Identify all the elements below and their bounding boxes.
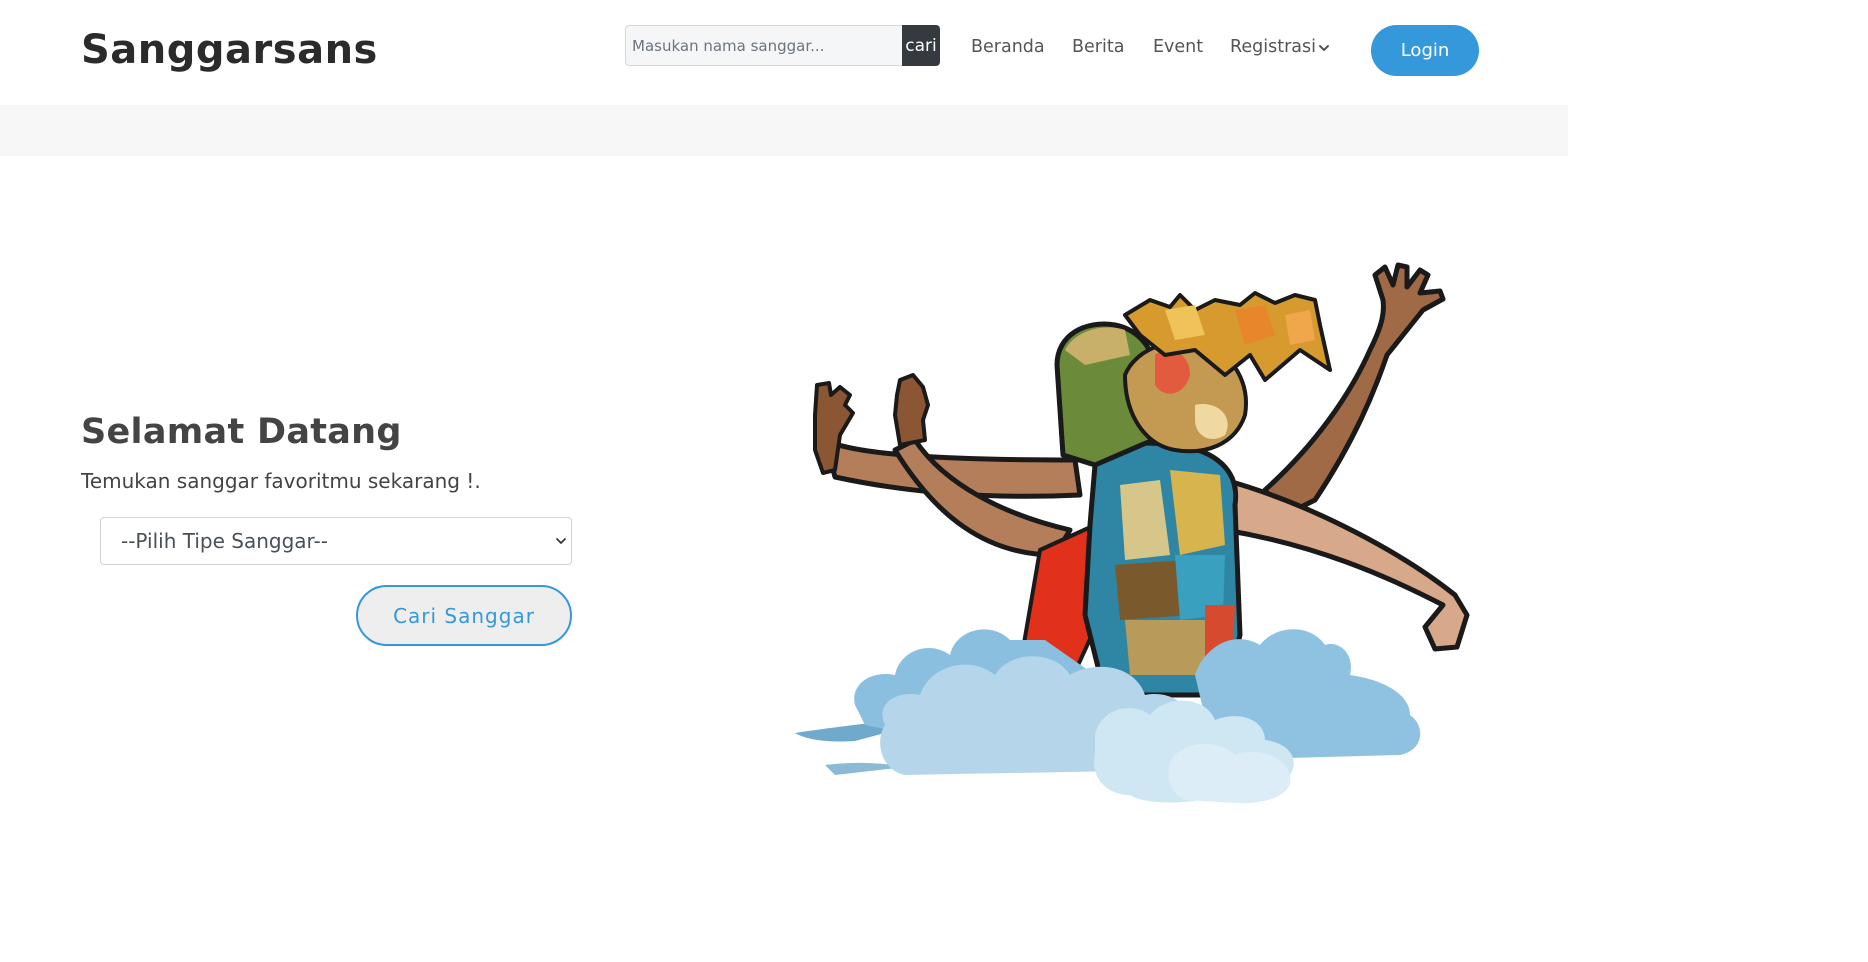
login-button[interactable]: Login — [1371, 25, 1479, 76]
header-strip — [0, 105, 1568, 156]
nav-berita[interactable]: Berita — [1072, 37, 1124, 57]
brand-logo[interactable]: Sanggarsans — [81, 27, 378, 73]
sanggar-type-select[interactable]: --Pilih Tipe Sanggar-- — [100, 517, 572, 565]
hero-title: Selamat Datang — [81, 412, 402, 452]
search-button[interactable]: cari — [902, 25, 940, 66]
hero-subtitle: Temukan sanggar favoritmu sekarang !. — [81, 469, 481, 493]
search-input[interactable] — [625, 25, 902, 66]
nav-registrasi[interactable]: Registrasi — [1230, 37, 1316, 57]
chevron-down-icon[interactable] — [1317, 41, 1331, 55]
sanggar-type-select-value: --Pilih Tipe Sanggar-- — [121, 529, 328, 553]
navbar: Sanggarsans cari Beranda Berita Event Re… — [0, 0, 1568, 105]
dancer-illustration — [795, 262, 1470, 804]
sanggar-type-select-box[interactable]: --Pilih Tipe Sanggar-- — [100, 517, 572, 565]
nav-beranda[interactable]: Beranda — [971, 37, 1045, 57]
cari-sanggar-button[interactable]: Cari Sanggar — [356, 585, 572, 646]
search-form: cari — [625, 25, 940, 66]
chevron-down-icon — [556, 538, 566, 544]
nav-event[interactable]: Event — [1153, 37, 1203, 57]
